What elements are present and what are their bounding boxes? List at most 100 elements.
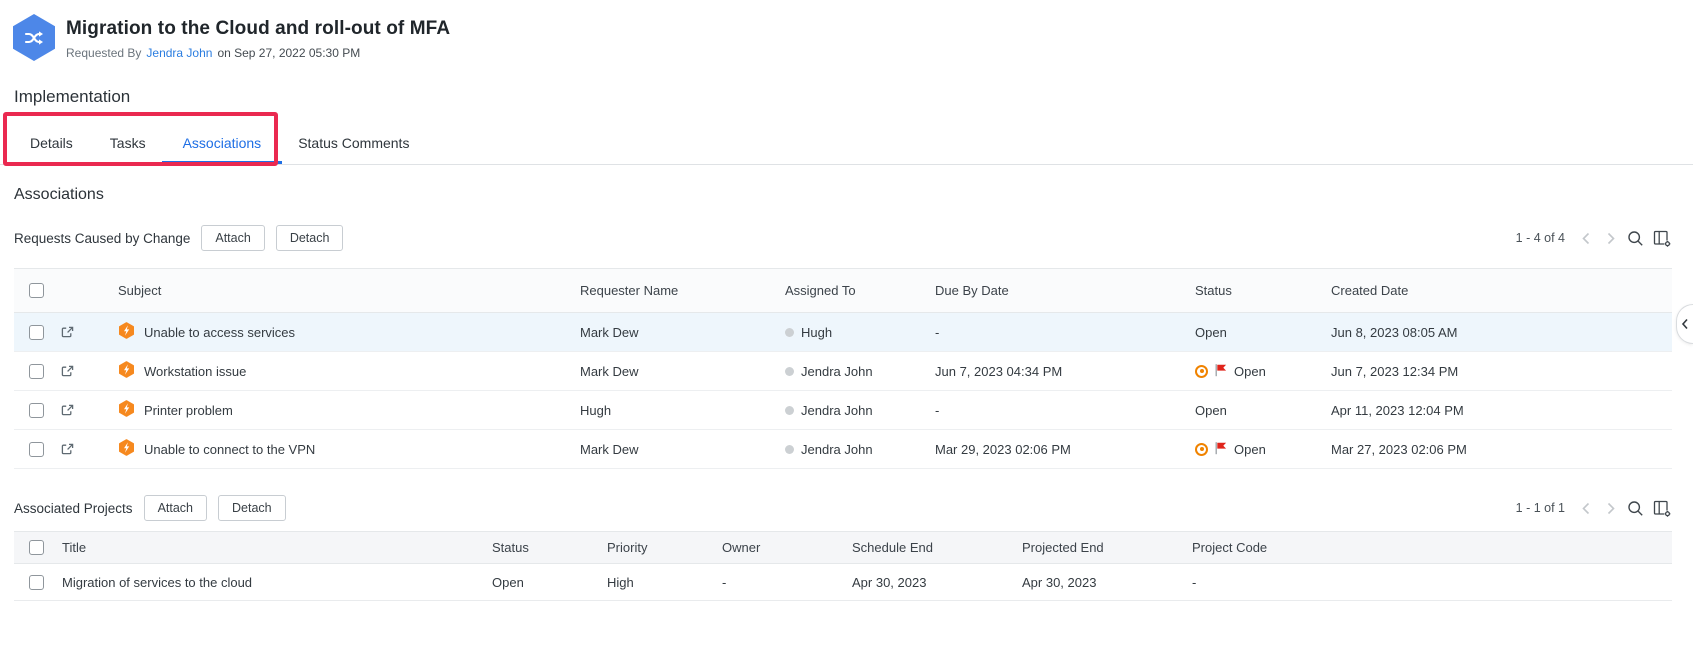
requests-pager: 1 - 4 of 4 — [1516, 229, 1672, 248]
search-icon[interactable] — [1627, 500, 1644, 517]
requests-table: Subject Requester Name Assigned To Due B… — [14, 268, 1672, 469]
project-status: Open — [492, 575, 607, 590]
requester-name: Mark Dew — [580, 442, 785, 457]
due-by-date: - — [935, 325, 1195, 340]
avatar — [785, 328, 794, 337]
project-priority: High — [607, 575, 722, 590]
column-chooser-icon[interactable] — [1653, 499, 1672, 518]
project-schedule-end: Apr 30, 2023 — [852, 575, 1022, 590]
page-header: Migration to the Cloud and roll-out of M… — [0, 0, 1693, 61]
column-chooser-icon[interactable] — [1653, 229, 1672, 248]
tab-strip: Details Tasks Associations Status Commen… — [0, 121, 1693, 165]
implementation-heading: Implementation — [14, 87, 1693, 107]
request-subject: Printer problem — [144, 403, 233, 418]
request-subject: Workstation issue — [144, 364, 246, 379]
projects-detach-button[interactable]: Detach — [218, 495, 286, 521]
external-link-icon[interactable] — [60, 403, 118, 418]
table-row[interactable]: Printer problem Hugh Jendra John - Open … — [14, 391, 1672, 430]
requests-detach-button[interactable]: Detach — [276, 225, 344, 251]
status-text: Open — [1195, 325, 1227, 340]
avatar — [785, 367, 794, 376]
col-priority: Priority — [607, 540, 722, 555]
requests-section-header: Requests Caused by Change Attach Detach … — [14, 225, 1672, 251]
project-code: - — [1192, 575, 1672, 590]
table-row[interactable]: Unable to access services Mark Dew Hugh … — [14, 313, 1672, 352]
status-text: Open — [1195, 403, 1227, 418]
project-owner: - — [722, 575, 852, 590]
header-text: Migration to the Cloud and roll-out of M… — [66, 14, 450, 60]
requester-name: Mark Dew — [580, 325, 785, 340]
col-due-by-date: Due By Date — [935, 283, 1195, 298]
project-title: Migration of services to the cloud — [62, 575, 492, 590]
incident-badge-icon — [118, 322, 135, 342]
request-subject: Unable to connect to the VPN — [144, 442, 315, 457]
due-by-date: - — [935, 403, 1195, 418]
select-all-checkbox[interactable] — [29, 283, 44, 298]
created-date: Mar 27, 2023 02:06 PM — [1331, 442, 1672, 457]
row-checkbox[interactable] — [29, 403, 44, 418]
external-link-icon[interactable] — [60, 325, 118, 340]
tab-tasks[interactable]: Tasks — [110, 121, 146, 164]
assigned-to: Jendra John — [801, 442, 873, 457]
tab-status-comments[interactable]: Status Comments — [298, 121, 409, 164]
project-projected-end: Apr 30, 2023 — [1022, 575, 1192, 590]
projects-pagination-text: 1 - 1 of 1 — [1516, 501, 1565, 515]
requests-attach-button[interactable]: Attach — [201, 225, 264, 251]
row-checkbox[interactable] — [29, 575, 44, 590]
col-status: Status — [492, 540, 607, 555]
created-date: Jun 7, 2023 12:34 PM — [1331, 364, 1672, 379]
change-shuffle-icon — [13, 14, 55, 61]
projects-table: Title Status Priority Owner Schedule End… — [14, 531, 1672, 601]
row-checkbox[interactable] — [29, 325, 44, 340]
incident-badge-icon — [118, 400, 135, 420]
created-date: Apr 11, 2023 12:04 PM — [1331, 403, 1672, 418]
col-status: Status — [1195, 283, 1331, 298]
red-flag-icon — [1214, 441, 1228, 458]
table-row[interactable]: Migration of services to the cloud Open … — [14, 564, 1672, 601]
chevron-right-icon[interactable] — [1603, 501, 1618, 516]
external-link-icon[interactable] — [60, 442, 118, 457]
col-assigned-to: Assigned To — [785, 283, 935, 298]
table-row[interactable]: Unable to connect to the VPN Mark Dew Je… — [14, 430, 1672, 469]
chevron-left-icon[interactable] — [1579, 501, 1594, 516]
chevron-left-icon[interactable] — [1579, 231, 1594, 246]
due-by-date: Jun 7, 2023 04:34 PM — [935, 364, 1195, 379]
col-created-date: Created Date — [1331, 283, 1672, 298]
col-subject: Subject — [118, 283, 580, 298]
priority-ring-icon — [1195, 365, 1208, 378]
tab-associations[interactable]: Associations — [162, 121, 283, 164]
col-title: Title — [62, 540, 492, 555]
status-text: Open — [1234, 364, 1266, 379]
requested-by-label: Requested By — [66, 46, 141, 60]
incident-badge-icon — [118, 361, 135, 381]
col-schedule-end: Schedule End — [852, 540, 1022, 555]
page-title: Migration to the Cloud and roll-out of M… — [66, 18, 450, 40]
requester-link[interactable]: Jendra John — [146, 46, 212, 60]
change-request-page: Migration to the Cloud and roll-out of M… — [0, 0, 1693, 651]
projects-section-header: Associated Projects Attach Detach 1 - 1 … — [14, 495, 1672, 521]
row-checkbox[interactable] — [29, 364, 44, 379]
assigned-to: Hugh — [801, 325, 832, 340]
avatar — [785, 406, 794, 415]
requester-name: Mark Dew — [580, 364, 785, 379]
chevron-right-icon[interactable] — [1603, 231, 1618, 246]
associations-heading: Associations — [14, 186, 1693, 204]
projects-table-header: Title Status Priority Owner Schedule End… — [14, 531, 1672, 564]
projects-attach-button[interactable]: Attach — [144, 495, 207, 521]
select-all-checkbox[interactable] — [29, 540, 44, 555]
tabbar: Details Tasks Associations Status Commen… — [0, 121, 1693, 165]
assigned-to: Jendra John — [801, 364, 873, 379]
created-date: Jun 8, 2023 08:05 AM — [1331, 325, 1672, 340]
row-checkbox[interactable] — [29, 442, 44, 457]
requested-on-text: on Sep 27, 2022 05:30 PM — [217, 46, 360, 60]
due-by-date: Mar 29, 2023 02:06 PM — [935, 442, 1195, 457]
col-owner: Owner — [722, 540, 852, 555]
search-icon[interactable] — [1627, 230, 1644, 247]
right-panel-expand-handle[interactable] — [1676, 304, 1693, 344]
external-link-icon[interactable] — [60, 364, 118, 379]
request-subject: Unable to access services — [144, 325, 295, 340]
incident-badge-icon — [118, 439, 135, 459]
table-row[interactable]: Workstation issue Mark Dew Jendra John J… — [14, 352, 1672, 391]
priority-ring-icon — [1195, 443, 1208, 456]
tab-details[interactable]: Details — [30, 121, 73, 164]
